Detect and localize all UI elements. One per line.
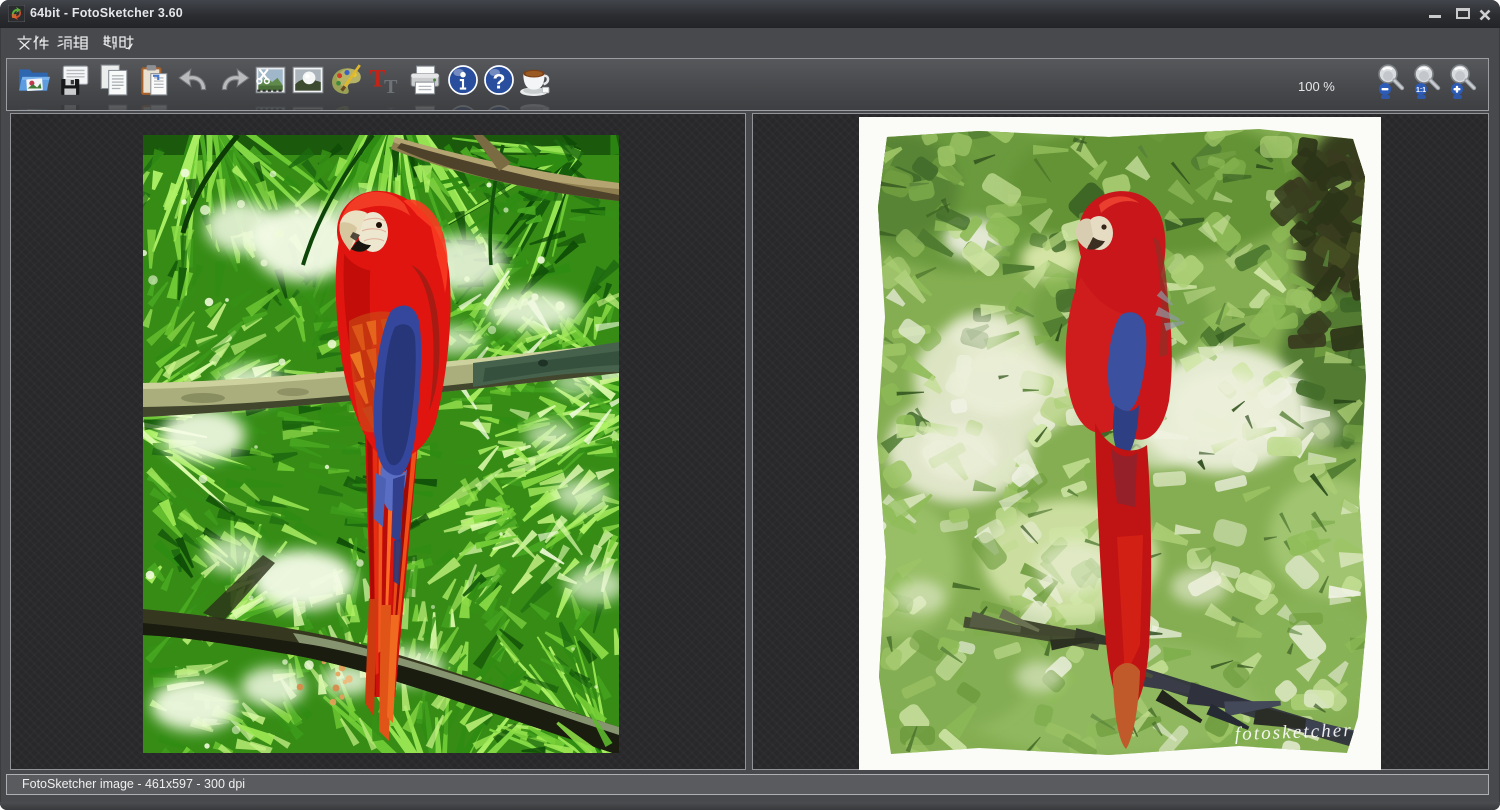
svg-text:T: T [384, 76, 398, 97]
svg-text:?: ? [493, 107, 506, 112]
svg-text:1:1: 1:1 [1416, 87, 1426, 94]
svg-text:T: T [384, 103, 398, 111]
